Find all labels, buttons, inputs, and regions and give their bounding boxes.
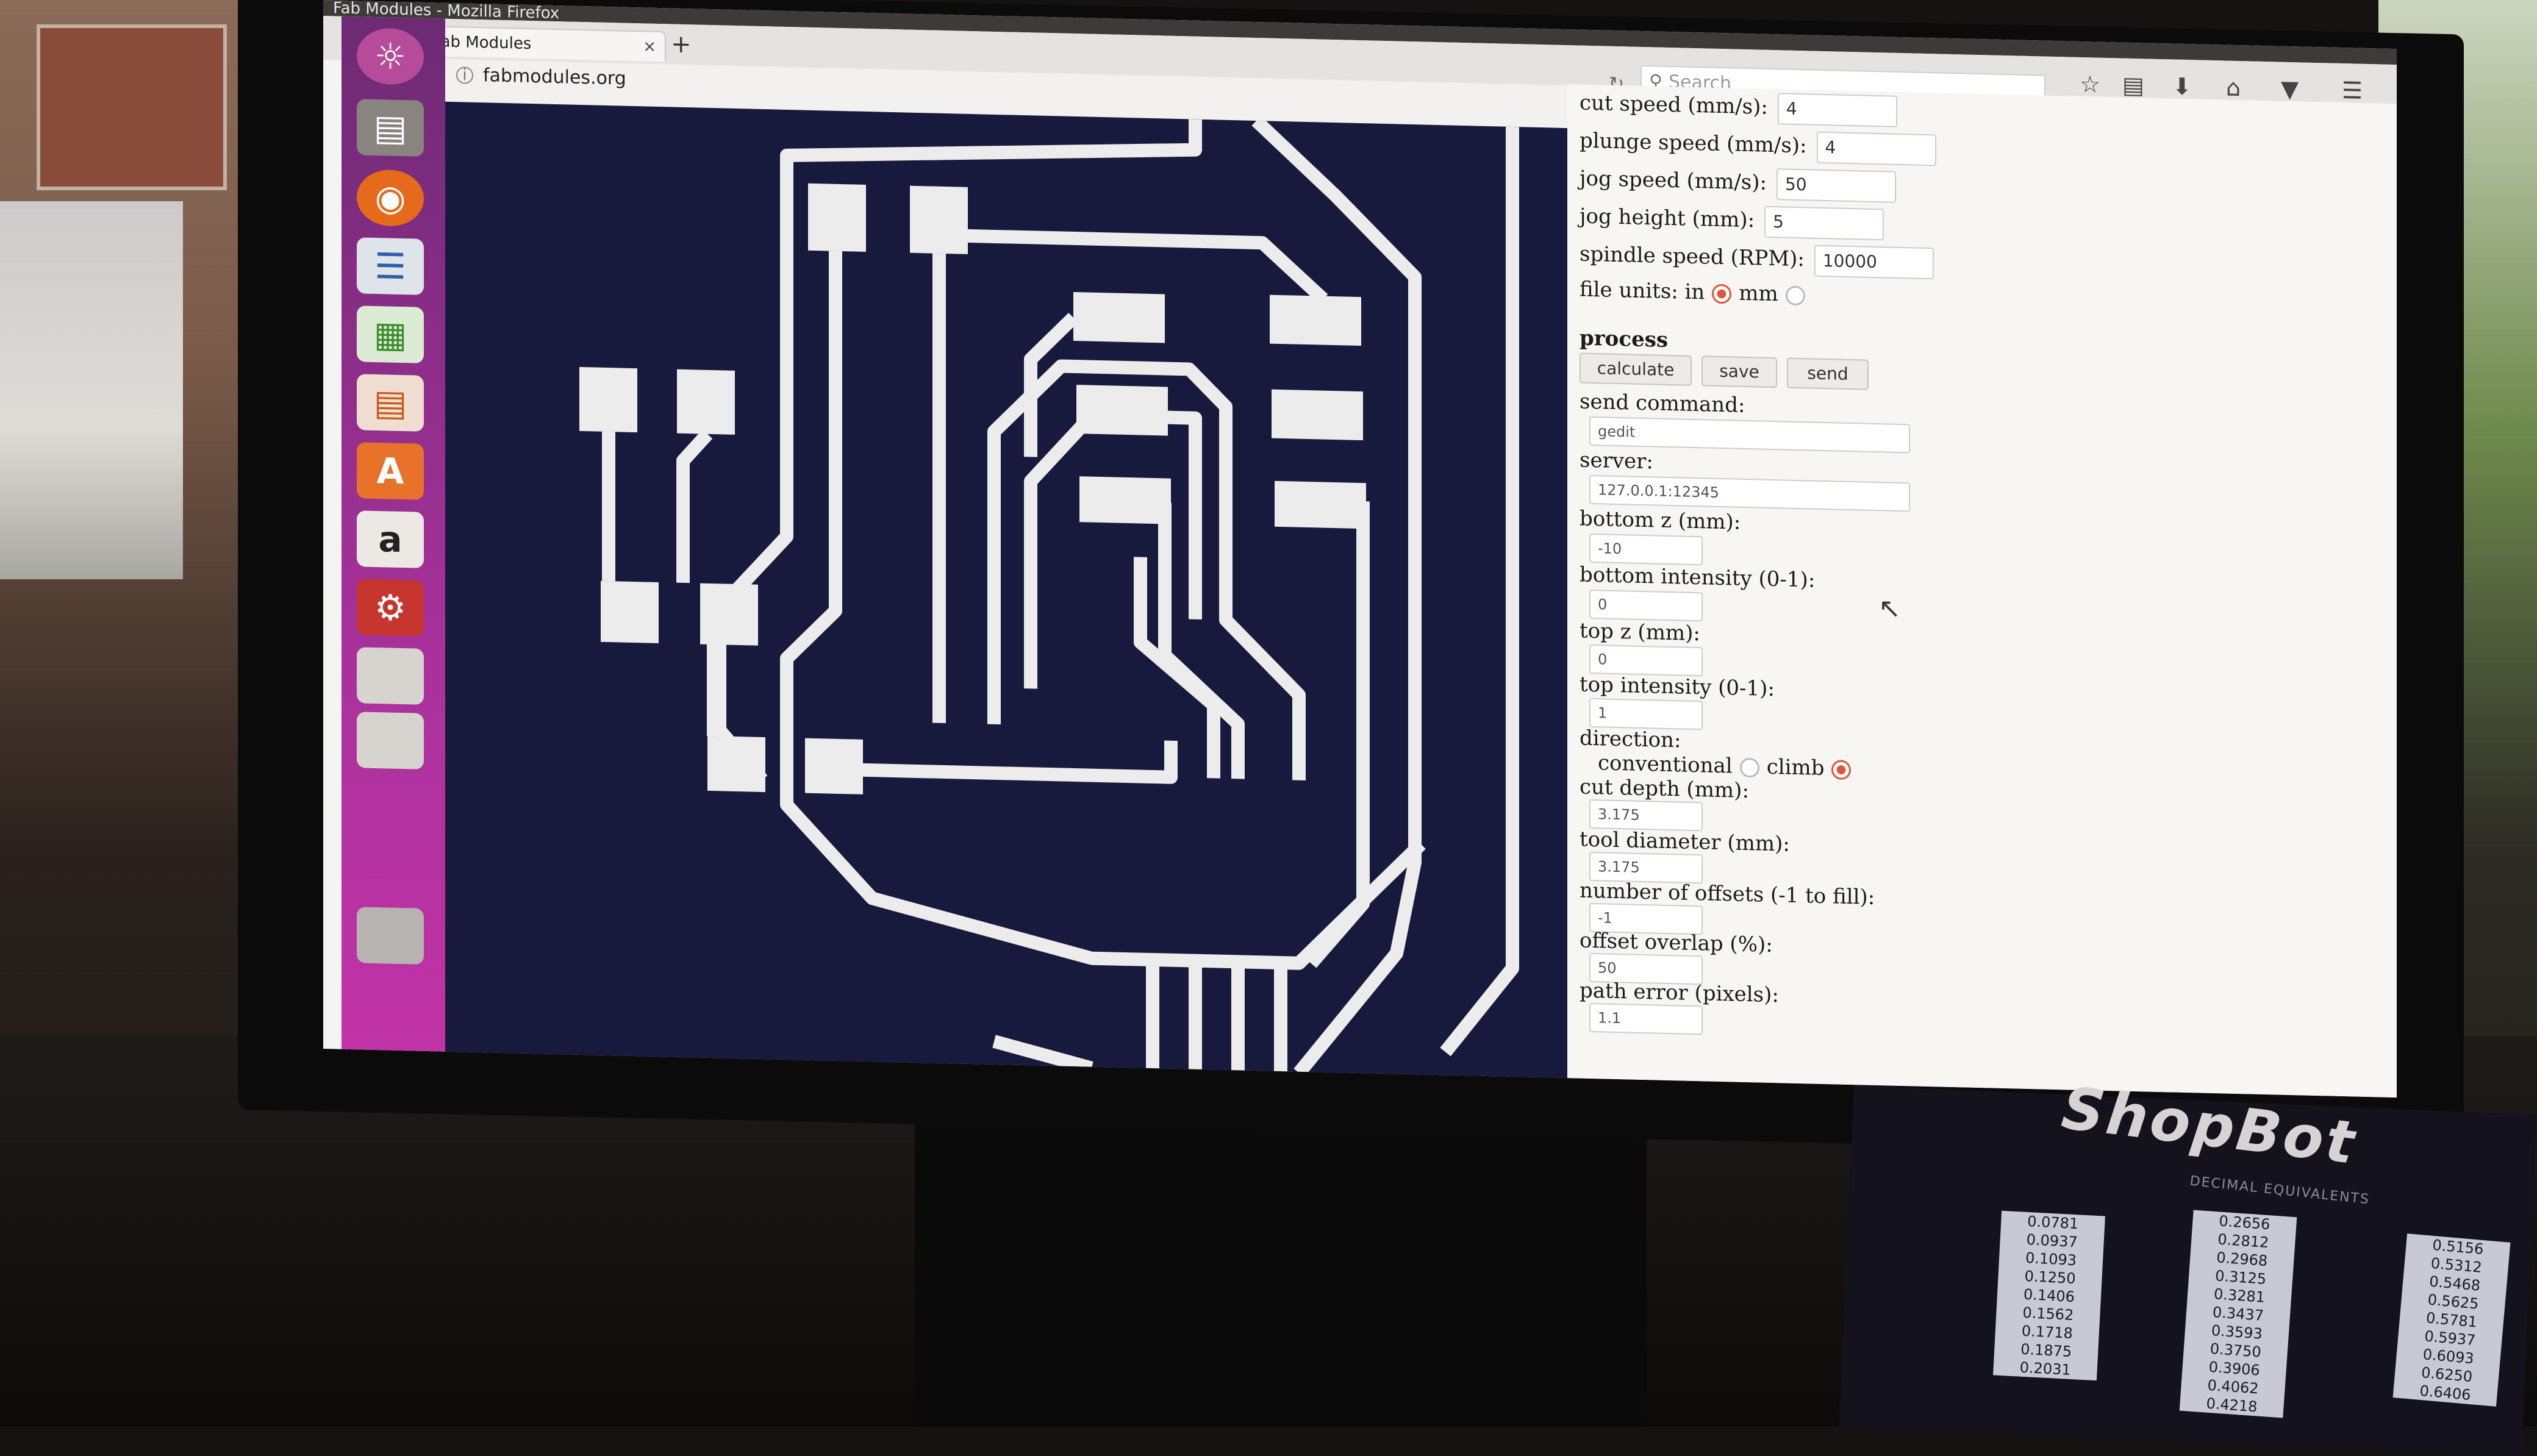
tab-close-icon[interactable]: × — [643, 32, 656, 62]
climb-label: climb — [1766, 754, 1825, 781]
bottom-z-row: -10 — [1580, 533, 1703, 566]
tab-fab-modules[interactable]: Fab Modules × — [421, 25, 666, 62]
top-z-input[interactable]: 0 — [1589, 644, 1703, 677]
amazon-icon[interactable]: a — [357, 510, 424, 568]
bookmark-star-icon[interactable]: ☆ — [2080, 71, 2100, 98]
ubuntu-logo-icon[interactable]: ☼ — [357, 27, 424, 85]
bottom-z-input[interactable]: -10 — [1589, 533, 1703, 566]
path-error-input[interactable]: 1.1 — [1589, 1002, 1703, 1035]
cut-depth-row: 3.175 — [1580, 799, 1703, 832]
units-mm-radio[interactable] — [1785, 285, 1805, 306]
spindle-speed-label: spindle speed (RPM): — [1580, 241, 1805, 272]
bottom-intensity-input[interactable]: 0 — [1589, 589, 1703, 622]
send-button[interactable]: send — [1787, 357, 1869, 390]
drive-icon[interactable] — [357, 647, 424, 705]
writer-icon[interactable]: ☰ — [357, 237, 424, 295]
plunge-speed-input[interactable]: 4 — [1816, 131, 1936, 166]
new-tab-button[interactable]: + — [671, 30, 692, 59]
download-icon[interactable]: ⬇ — [2172, 73, 2192, 100]
impress-icon[interactable]: ▤ — [357, 374, 424, 432]
pcb-trace-paths — [602, 116, 1519, 1077]
files-icon[interactable]: ▤ — [357, 99, 424, 157]
top-z-row: 0 — [1580, 644, 1703, 677]
conventional-radio[interactable] — [1739, 757, 1759, 778]
firefox-icon[interactable]: ◉ — [357, 169, 424, 227]
chart-column-2: 0.2656 0.2812 0.2968 0.3125 0.3281 0.3437 0.35… — [2179, 1210, 2297, 1418]
chart-column-1: 0.0781 0.0937 0.1093 0.1250 0.1406 0.1562 0.17… — [1993, 1210, 2105, 1381]
top-z-label: top z (mm): — [1580, 618, 1700, 646]
pcb-traces — [579, 116, 1519, 1077]
cut-depth-label: cut depth (mm): — [1580, 774, 1749, 804]
top-intensity-row: 1 — [1580, 698, 1703, 730]
server-label: server: — [1580, 448, 1653, 474]
bottom-z-label: bottom z (mm): — [1580, 506, 1741, 535]
url-bar[interactable]: fabmodules.org — [483, 65, 626, 90]
settings-icon[interactable]: ⚙ — [357, 579, 424, 637]
drive-2-icon[interactable] — [357, 712, 424, 769]
calculate-button[interactable]: calculate — [1580, 352, 1692, 386]
direction-label: direction: — [1580, 726, 1681, 753]
pcb-pads — [579, 183, 1366, 794]
info-icon[interactable]: i — [456, 66, 473, 85]
tab-label: Fab Modules — [433, 32, 532, 54]
bottom-intensity-row: 0 — [1580, 589, 1703, 622]
jog-height-label: jog height (mm): — [1580, 204, 1755, 233]
path-error-row: 1.1 — [1580, 1002, 1703, 1035]
file-units-label: file units: in — [1580, 277, 1705, 305]
top-intensity-input[interactable]: 1 — [1589, 698, 1703, 730]
send-command-label: send command: — [1580, 389, 1745, 418]
monitor-screen: Fab Modules - Mozilla Firefox Fab Module… — [323, 0, 2397, 1098]
background-bricks — [37, 24, 227, 190]
trash-icon[interactable] — [357, 907, 424, 965]
climb-radio[interactable] — [1831, 760, 1852, 780]
unity-launcher: ☼ ▤ ◉ ☰ ▦ ▤ A a ⚙ — [342, 16, 445, 1055]
cut-depth-input[interactable]: 3.175 — [1589, 799, 1703, 832]
units-in-radio[interactable] — [1712, 284, 1732, 304]
top-intensity-label: top intensity (0-1): — [1580, 672, 1775, 702]
units-mm-label: mm — [1739, 280, 1778, 307]
home-icon[interactable]: ⌂ — [2226, 74, 2241, 102]
conventional-label: conventional — [1598, 751, 1733, 779]
pocket-icon[interactable]: ▼ — [2281, 76, 2299, 103]
background-window — [0, 201, 183, 579]
reading-list-icon[interactable]: ▤ — [2122, 72, 2144, 99]
cut-speed-input[interactable]: 4 — [1777, 93, 1897, 127]
jog-height-input[interactable]: 5 — [1764, 205, 1884, 241]
pcb-preview — [445, 101, 1567, 1080]
mouse-cursor-icon: ↖ — [1878, 593, 1901, 624]
plunge-speed-label: plunge speed (mm/s): — [1580, 128, 1807, 159]
jog-speed-label: jog speed (mm/s): — [1580, 166, 1767, 195]
cut-speed-label: cut speed (mm/s): — [1580, 90, 1768, 120]
software-center-icon[interactable]: A — [357, 442, 424, 500]
save-button[interactable]: save — [1701, 355, 1777, 388]
spindle-speed-input[interactable]: 10000 — [1814, 244, 1934, 280]
process-heading: process — [1580, 326, 1668, 352]
menu-icon[interactable]: ☰ — [2342, 77, 2363, 104]
jog-speed-input[interactable]: 50 — [1776, 168, 1896, 203]
chart-column-3: 0.5156 0.5312 0.5468 0.5625 0.5781 0.5937 0.60… — [2392, 1233, 2511, 1407]
calc-icon[interactable]: ▦ — [357, 305, 424, 363]
